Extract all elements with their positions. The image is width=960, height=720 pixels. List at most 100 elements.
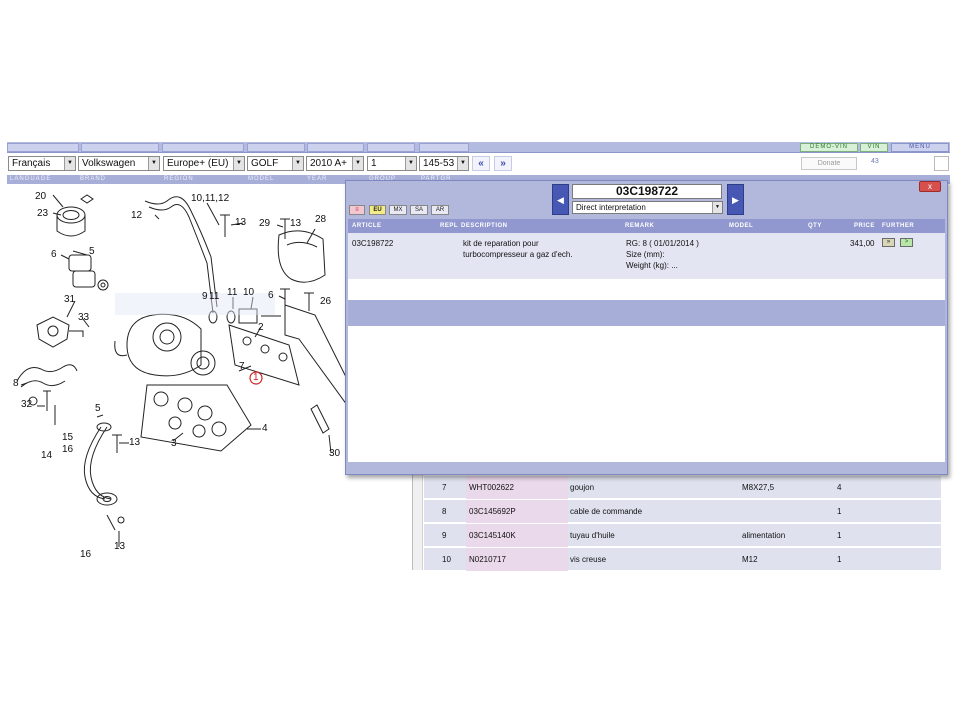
col-further: FURTHER <box>882 223 915 229</box>
row-part-number[interactable]: WHT002622 <box>469 483 514 492</box>
callout[interactable]: 13 <box>129 437 140 448</box>
table-row[interactable]: 10 N0210717 vis creuse M12 1 <box>424 548 941 571</box>
interpretation-select[interactable]: Direct interpretation ▼ <box>572 201 723 214</box>
vin-button[interactable]: VIN <box>860 143 888 152</box>
callout[interactable]: 12 <box>131 210 142 221</box>
brand-select[interactable]: Volkswagen ▼ <box>78 156 160 171</box>
chevron-down-icon: ▼ <box>233 157 244 170</box>
callout[interactable]: 14 <box>41 450 52 461</box>
chevron-down-icon: ▼ <box>712 202 722 213</box>
callout[interactable]: 6 <box>51 249 57 260</box>
callout[interactable]: 15 <box>62 432 73 443</box>
table-row[interactable]: 8 03C145692P cable de commande 1 <box>424 500 941 523</box>
tab-slot[interactable] <box>7 143 79 152</box>
demo-vin-button[interactable]: DEMO-VIN <box>800 143 858 152</box>
group-value: 1 <box>371 158 377 169</box>
tab-slot[interactable] <box>367 143 415 152</box>
more-info-button[interactable]: » <box>882 238 895 247</box>
callout[interactable]: 2 <box>258 322 264 333</box>
callout[interactable]: 16 <box>80 549 91 560</box>
add-to-cart-button[interactable]: > <box>900 238 913 247</box>
next-group-button[interactable]: » <box>494 156 512 171</box>
callout[interactable]: 32 <box>21 399 32 410</box>
row-qty: 1 <box>837 555 842 564</box>
callout[interactable]: 8 <box>13 378 19 389</box>
callout[interactable]: 7 <box>239 361 245 372</box>
col-model: MODEL <box>729 223 754 229</box>
part-number-field[interactable]: 03C198722 <box>572 184 722 199</box>
callout[interactable]: 16 <box>62 444 73 455</box>
extra-checkbox[interactable] <box>934 156 949 171</box>
tab-slot[interactable] <box>81 143 159 152</box>
year-select[interactable]: 2010 A+ ▼ <box>306 156 364 171</box>
row-remark: M12 <box>742 555 758 564</box>
row-part-number[interactable]: N0210717 <box>469 555 506 564</box>
result-description-line1: kit de reparation pour <box>463 239 539 248</box>
row-part-number[interactable]: 03C145140K <box>469 531 516 540</box>
chevron-down-icon: ▼ <box>292 157 303 170</box>
close-icon[interactable]: x <box>919 181 941 192</box>
previous-part-arrow-icon[interactable]: ◀ <box>552 184 569 215</box>
callout[interactable]: 13 <box>235 217 246 228</box>
callout[interactable]: 33 <box>78 312 89 323</box>
callout[interactable]: 23 <box>37 208 48 219</box>
callout[interactable]: 26 <box>320 296 331 307</box>
previous-group-button[interactable]: « <box>472 156 490 171</box>
callout[interactable]: 5 <box>89 246 95 257</box>
callout[interactable]: 4 <box>262 423 268 434</box>
region-select[interactable]: Europe+ (EU) ▼ <box>163 156 245 171</box>
callout[interactable]: 28 <box>315 214 326 225</box>
row-part-number[interactable]: 03C145692P <box>469 507 516 516</box>
label-model: MODEL <box>248 176 275 182</box>
tab-slot[interactable] <box>419 143 469 152</box>
callout[interactable]: 11 <box>227 287 237 298</box>
brand-value: Volkswagen <box>82 158 136 169</box>
callout[interactable]: 29 <box>259 218 270 229</box>
row-description: cable de commande <box>570 507 643 516</box>
callout[interactable]: 5 <box>95 403 101 414</box>
group-select[interactable]: 1 ▼ <box>367 156 417 171</box>
result-remark-line2: Size (mm): <box>626 250 665 259</box>
next-part-arrow-icon[interactable]: ▶ <box>727 184 744 215</box>
callout[interactable]: 13 <box>290 218 301 229</box>
callout[interactable]: 6 <box>268 290 274 301</box>
language-select[interactable]: Français ▼ <box>8 156 76 171</box>
col-remark: REMARK <box>625 223 655 229</box>
row-pos: 8 <box>442 507 447 516</box>
table-row[interactable]: 9 03C145140K tuyau d'huile alimentation … <box>424 524 941 547</box>
callout[interactable]: 3 <box>171 438 177 449</box>
result-row[interactable]: 03C198722 kit de reparation pour turboco… <box>348 233 945 279</box>
tab-slot[interactable] <box>307 143 364 152</box>
callout[interactable]: 30 <box>329 448 340 459</box>
row-pos: 7 <box>442 483 447 492</box>
callout[interactable]: 31 <box>64 294 75 305</box>
result-article[interactable]: 03C198722 <box>352 238 393 249</box>
row-qty: 4 <box>837 483 842 492</box>
col-article: ARTICLE <box>352 223 382 229</box>
result-description-line2: turbocompresseur a gaz d'ech. <box>463 250 573 259</box>
callout[interactable]: 11 <box>209 291 219 302</box>
partgroup-select[interactable]: 145-53 ▼ <box>419 156 469 171</box>
callout[interactable]: 13 <box>114 541 125 552</box>
callout[interactable]: 9 <box>202 291 208 302</box>
callout[interactable]: 1 <box>253 372 259 383</box>
popup-results-panel: ARTICLE REPL DESCRIPTION REMARK MODEL QT… <box>348 219 945 462</box>
donate-button[interactable]: Donate <box>801 157 857 170</box>
region-sa-button[interactable]: SA <box>410 205 428 215</box>
region-mx-button[interactable]: MX <box>389 205 407 215</box>
tab-slot[interactable] <box>162 143 244 152</box>
region-filter-all-button[interactable]: ≡ <box>349 205 365 215</box>
label-year: YEAR <box>307 176 328 182</box>
table-row[interactable]: 7 WHT002622 goujon M8X27,5 4 <box>424 476 941 499</box>
callout[interactable]: 20 <box>35 191 46 202</box>
col-description: DESCRIPTION <box>461 223 508 229</box>
tab-slot[interactable] <box>247 143 305 152</box>
callout[interactable]: 10 <box>243 287 254 298</box>
col-price: PRICE <box>854 223 875 229</box>
model-select[interactable]: GOLF ▼ <box>247 156 304 171</box>
region-ar-button[interactable]: AR <box>431 205 449 215</box>
callout[interactable]: 10,11,12 <box>191 193 229 204</box>
menu-button[interactable]: MENU <box>891 143 949 152</box>
label-language: LANGUAGE <box>10 176 52 182</box>
region-eu-button[interactable]: EU <box>369 205 386 215</box>
